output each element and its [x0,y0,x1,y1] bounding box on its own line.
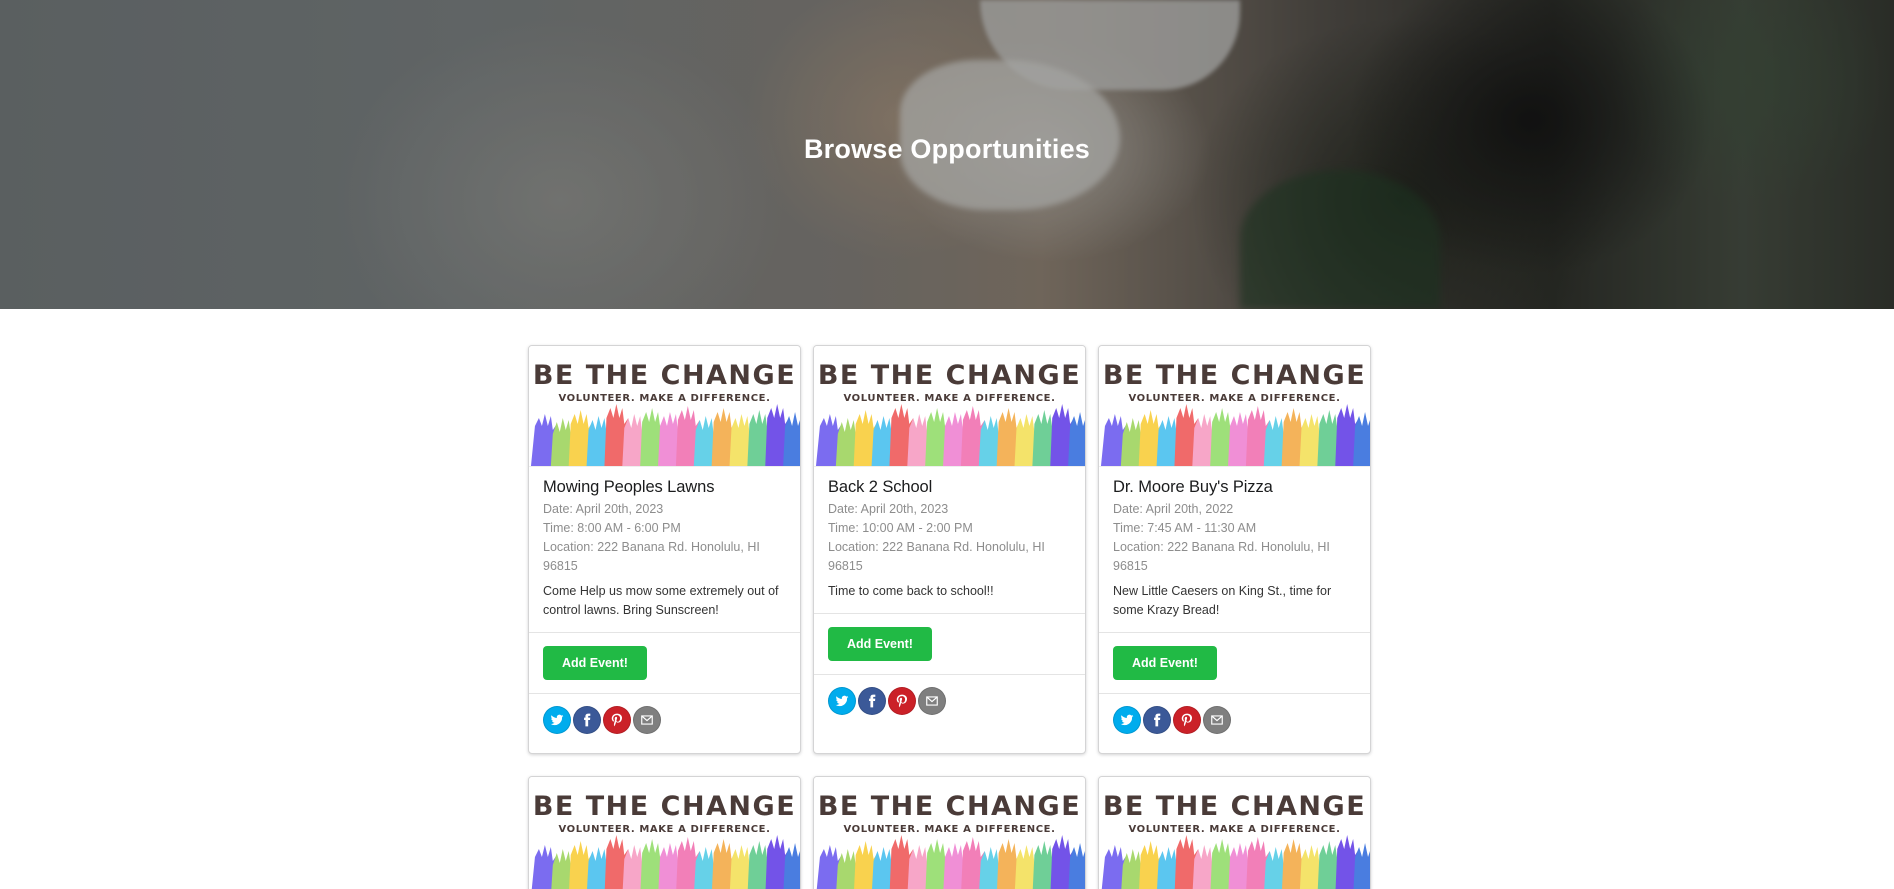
card-time: Time: 10:00 AM - 2:00 PM [828,521,973,535]
banner-headline: BE THE CHANGE [1102,791,1367,822]
opportunity-card: BE THE CHANGE VOLUNTEER. MAKE A DIFFEREN… [528,345,801,754]
card-description: Come Help us mow some extremely out of c… [543,584,779,617]
banner-headline: BE THE CHANGE [1102,360,1367,391]
raised-hands-illustration [815,404,1085,466]
twitter-icon[interactable] [828,687,856,715]
card-content: Mowing Peoples Lawns Date: April 20th, 2… [529,467,800,632]
raised-hands-illustration [530,404,800,466]
card-description: New Little Caesers on King St., time for… [1113,584,1332,617]
raised-hands-illustration [531,835,800,889]
card-title: Mowing Peoples Lawns [543,478,715,496]
opportunity-card: BE THE CHANGE VOLUNTEER. MAKE A DIFFEREN… [1098,776,1371,889]
facebook-icon[interactable] [858,687,886,715]
banner-headline: BE THE CHANGE [817,360,1082,391]
be-the-change-image: BE THE CHANGE VOLUNTEER. MAKE A DIFFEREN… [529,346,800,467]
email-icon[interactable] [1203,706,1231,734]
be-the-change-image: BE THE CHANGE VOLUNTEER. MAKE A DIFFEREN… [1099,777,1370,889]
card-content: Back 2 School Date: April 20th, 2023 Tim… [814,467,1085,613]
be-the-change-image: BE THE CHANGE VOLUNTEER. MAKE A DIFFEREN… [529,777,800,889]
card-title: Back 2 School [828,478,933,496]
card-actions: Add Event! [814,613,1085,674]
hero-banner: Browse Opportunities [0,0,1894,309]
be-the-change-image: BE THE CHANGE VOLUNTEER. MAKE A DIFFEREN… [814,346,1085,467]
add-event-button[interactable]: Add Event! [828,627,932,661]
card-time: Time: 8:00 AM - 6:00 PM [543,521,681,535]
card-actions: Add Event! [1099,632,1370,693]
pinterest-icon[interactable] [1173,706,1201,734]
twitter-icon[interactable] [1113,706,1141,734]
card-location: Location: 222 Banana Rd. Honolulu, HI 96… [1113,540,1330,573]
card-content: Dr. Moore Buy's Pizza Date: April 20th, … [1099,467,1370,632]
email-icon[interactable] [918,687,946,715]
banner-headline: BE THE CHANGE [532,791,797,822]
opportunity-card: BE THE CHANGE VOLUNTEER. MAKE A DIFFEREN… [1098,345,1371,754]
raised-hands-illustration [1100,404,1370,466]
card-date: Date: April 20th, 2022 [1113,502,1234,516]
card-location: Location: 222 Banana Rd. Honolulu, HI 96… [828,540,1045,573]
pinterest-icon[interactable] [603,706,631,734]
opportunity-card: BE THE CHANGE VOLUNTEER. MAKE A DIFFEREN… [528,776,801,889]
facebook-icon[interactable] [1143,706,1171,734]
card-time: Time: 7:45 AM - 11:30 AM [1113,521,1257,535]
opportunity-card: BE THE CHANGE VOLUNTEER. MAKE A DIFFEREN… [813,345,1086,754]
share-buttons [1099,693,1370,748]
add-event-button[interactable]: Add Event! [1113,646,1217,680]
card-date: Date: April 20th, 2023 [543,502,664,516]
card-title: Dr. Moore Buy's Pizza [1113,478,1273,496]
card-date: Date: April 20th, 2023 [828,502,949,516]
opportunity-card: BE THE CHANGE VOLUNTEER. MAKE A DIFFEREN… [813,776,1086,889]
be-the-change-image: BE THE CHANGE VOLUNTEER. MAKE A DIFFEREN… [814,777,1085,889]
raised-hands-illustration [1101,835,1370,889]
pinterest-icon[interactable] [888,687,916,715]
raised-hands-illustration [816,835,1085,889]
facebook-icon[interactable] [573,706,601,734]
twitter-icon[interactable] [543,706,571,734]
email-icon[interactable] [633,706,661,734]
share-buttons [814,674,1085,729]
be-the-change-image: BE THE CHANGE VOLUNTEER. MAKE A DIFFEREN… [1099,346,1370,467]
card-actions: Add Event! [529,632,800,693]
card-location: Location: 222 Banana Rd. Honolulu, HI 96… [543,540,760,573]
card-description: Time to come back to school!! [828,584,994,598]
banner-headline: BE THE CHANGE [817,791,1082,822]
banner-headline: BE THE CHANGE [532,360,797,391]
add-event-button[interactable]: Add Event! [543,646,647,680]
share-buttons [529,693,800,748]
page-title: Browse Opportunities [803,134,1091,164]
